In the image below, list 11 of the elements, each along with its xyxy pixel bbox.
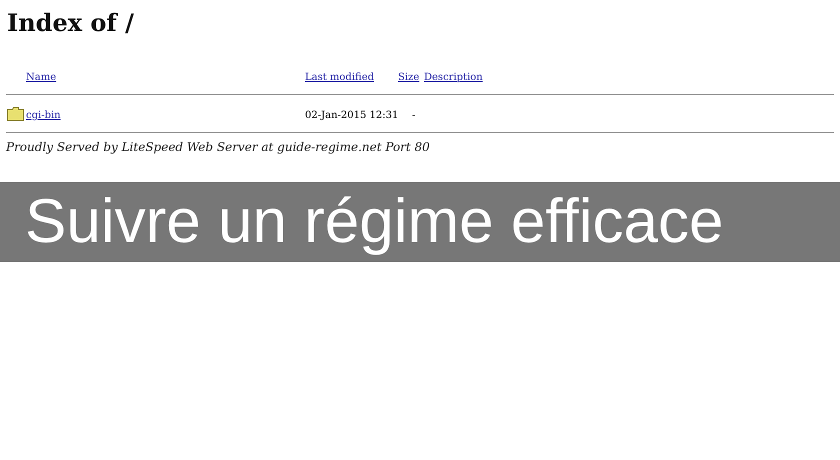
server-signature: Proudly Served by LiteSpeed Web Server at guide-regime.net Port 80 <box>6 140 431 154</box>
banner-title: Suivre un régime efficace <box>25 186 724 258</box>
column-link[interactable]: Size <box>398 72 424 83</box>
page-title: Index of / <box>6 7 135 38</box>
column-link[interactable]: Description <box>424 72 504 83</box>
folder-icon <box>7 107 24 121</box>
column-link[interactable]: Last modified <box>305 72 398 83</box>
modified-date: 02-Jan-2015 12:31 <box>305 110 398 121</box>
file-link[interactable]: cgi-bin <box>26 110 305 121</box>
column-link[interactable]: Name <box>26 72 305 83</box>
file-size: - <box>411 110 416 121</box>
